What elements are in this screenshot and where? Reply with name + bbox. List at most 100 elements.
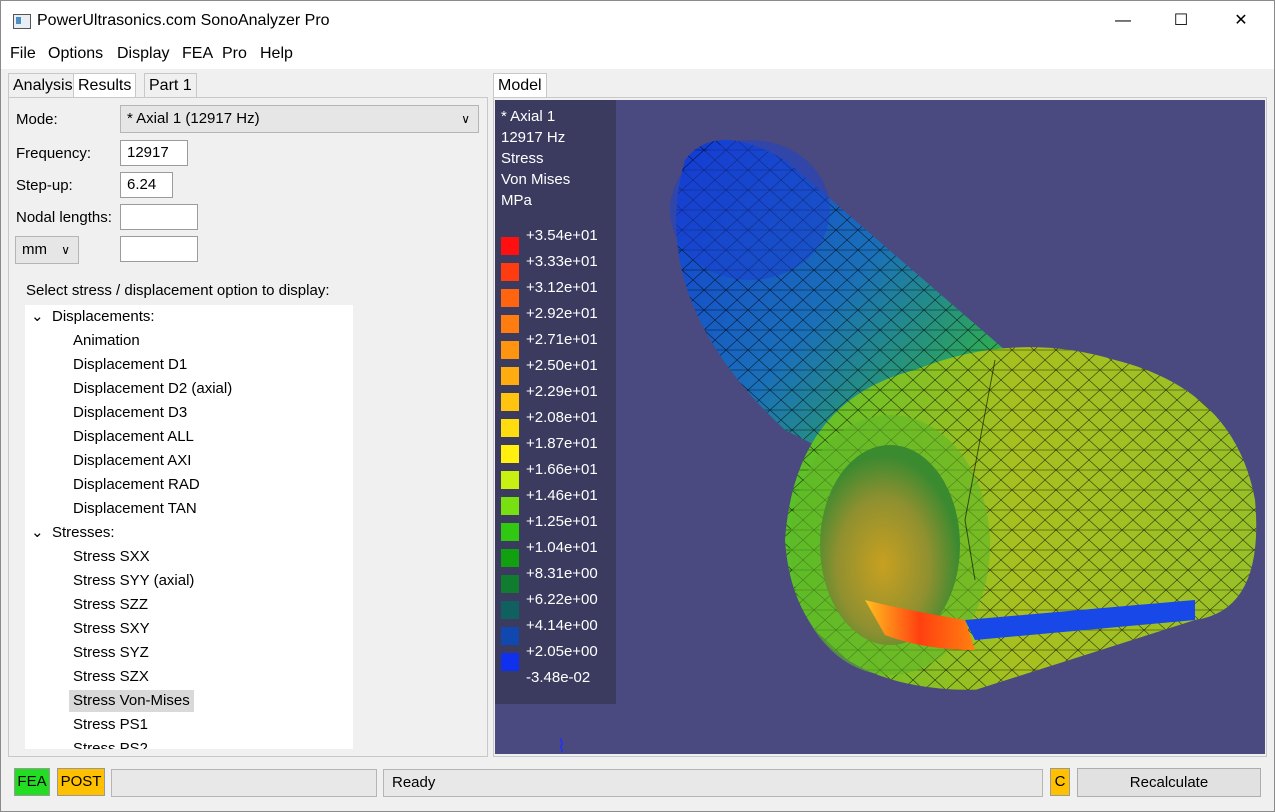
close-button[interactable]: ✕ bbox=[1211, 1, 1271, 41]
legend-value: +1.87e+01 bbox=[526, 435, 598, 452]
menu-file[interactable]: File bbox=[10, 45, 36, 63]
tree-item[interactable]: Displacement D2 (axial) bbox=[73, 378, 232, 400]
tree-item[interactable]: Stress SYY (axial) bbox=[73, 570, 194, 592]
post-status-badge: POST bbox=[57, 768, 105, 796]
tree-item[interactable]: Stress SZZ bbox=[73, 594, 148, 616]
legend-swatch bbox=[501, 497, 519, 515]
legend-value: +1.04e+01 bbox=[526, 539, 598, 556]
result-option-tree[interactable]: ⌄ Displacements: Animation Displacement D1 D… bbox=[25, 305, 353, 749]
legend-value: +2.29e+01 bbox=[526, 383, 598, 400]
unit-select-value: mm bbox=[22, 241, 47, 258]
tree-item[interactable]: Displacement D3 bbox=[73, 402, 187, 424]
maximize-button[interactable]: ☐ bbox=[1151, 1, 1211, 41]
legend-value: -3.48e-02 bbox=[526, 669, 591, 686]
stepup-field[interactable]: 6.24 bbox=[120, 172, 173, 198]
tree-item[interactable]: Displacement ALL bbox=[73, 426, 194, 448]
fea-status-badge: FEA bbox=[14, 768, 50, 796]
legend-value: +2.08e+01 bbox=[526, 409, 598, 426]
mode-select[interactable]: * Axial 1 (12917 Hz) ∨ bbox=[120, 105, 479, 133]
legend-value: +3.12e+01 bbox=[526, 279, 598, 296]
legend-value: +1.66e+01 bbox=[526, 461, 598, 478]
unit-value-field[interactable] bbox=[120, 236, 198, 262]
tab-model[interactable]: Model bbox=[493, 73, 547, 98]
frequency-field[interactable]: 12917 bbox=[120, 140, 188, 166]
mode-label: Mode: bbox=[16, 111, 58, 128]
legend-swatch bbox=[501, 367, 519, 385]
legend-header-line: Von Mises bbox=[501, 171, 571, 188]
app-icon bbox=[13, 14, 31, 29]
title-bar: PowerUltrasonics.com SonoAnalyzer Pro — … bbox=[1, 1, 1274, 41]
legend-header-line: * Axial 1 bbox=[501, 108, 556, 125]
legend-value: +3.33e+01 bbox=[526, 253, 598, 270]
legend-value: +1.25e+01 bbox=[526, 513, 598, 530]
tree-item[interactable]: Stress PS2 bbox=[73, 738, 148, 749]
menu-bar: File Options Display FEA Pro Help bbox=[1, 41, 1274, 69]
legend-swatch bbox=[501, 393, 519, 411]
legend-value: +2.71e+01 bbox=[526, 331, 598, 348]
legend-header-line: Stress bbox=[501, 150, 544, 167]
chevron-down-icon: ∨ bbox=[61, 243, 70, 257]
recalculate-button[interactable]: Recalculate bbox=[1077, 768, 1261, 797]
tree-item[interactable]: Stress PS1 bbox=[73, 714, 148, 736]
legend-value: +6.22e+00 bbox=[526, 591, 598, 608]
menu-pro[interactable]: Pro bbox=[222, 45, 247, 63]
large-cylinder bbox=[785, 347, 1257, 690]
tab-results[interactable]: Results bbox=[73, 73, 137, 98]
legend-value: +1.46e+01 bbox=[526, 487, 598, 504]
tree-item[interactable]: Displacement TAN bbox=[73, 498, 197, 520]
tree-item[interactable]: Displacement RAD bbox=[73, 474, 200, 496]
tree-item[interactable]: Stress SXY bbox=[73, 618, 150, 640]
tree-item[interactable]: Stress Von-Mises bbox=[69, 690, 194, 712]
c-status-badge: C bbox=[1050, 768, 1070, 796]
legend-swatch bbox=[501, 341, 519, 359]
select-prompt: Select stress / displacement option to d… bbox=[26, 282, 330, 299]
nodal-lengths-field[interactable] bbox=[120, 204, 198, 230]
mode-select-value: * Axial 1 (12917 Hz) bbox=[127, 110, 260, 127]
legend-swatch bbox=[501, 315, 519, 333]
minimize-button[interactable]: — bbox=[1093, 1, 1153, 41]
tree-item[interactable]: Stress SYZ bbox=[73, 642, 149, 664]
tree-group-stresses[interactable]: Stresses: bbox=[52, 522, 115, 544]
tree-item[interactable]: Animation bbox=[73, 330, 140, 352]
legend-swatch bbox=[501, 289, 519, 307]
stepup-label: Step-up: bbox=[16, 177, 73, 194]
axis-triad-icon: ⌇ bbox=[557, 736, 566, 754]
unit-select[interactable]: mm ∨ bbox=[15, 236, 79, 264]
window-title: PowerUltrasonics.com SonoAnalyzer Pro bbox=[37, 12, 330, 29]
menu-display[interactable]: Display bbox=[117, 45, 169, 63]
legend-header-line: MPa bbox=[501, 192, 532, 209]
status-message: Ready bbox=[383, 769, 1043, 797]
progress-box bbox=[111, 769, 377, 797]
tree-item[interactable]: Stress SXX bbox=[73, 546, 150, 568]
menu-fea[interactable]: FEA bbox=[182, 45, 213, 63]
legend-swatch bbox=[501, 601, 519, 619]
tab-part-1[interactable]: Part 1 bbox=[144, 73, 197, 98]
legend-value: +2.50e+01 bbox=[526, 357, 598, 374]
legend-swatch bbox=[501, 445, 519, 463]
expand-icon[interactable]: ⌄ bbox=[31, 522, 44, 544]
model-viewport[interactable]: ⌇ * Axial 1 12917 Hz Stress Von Mises MPa +3.… bbox=[495, 100, 1265, 754]
tab-analysis[interactable]: Analysis bbox=[8, 73, 78, 98]
tree-item[interactable]: Displacement D1 bbox=[73, 354, 187, 376]
tree-group-displacements[interactable]: Displacements: bbox=[52, 306, 155, 328]
chevron-down-icon: ∨ bbox=[461, 112, 470, 126]
legend-swatch bbox=[501, 523, 519, 541]
legend-value: +4.14e+00 bbox=[526, 617, 598, 634]
color-legend: * Axial 1 12917 Hz Stress Von Mises MPa +3.54… bbox=[495, 100, 616, 704]
legend-swatch bbox=[501, 653, 519, 671]
legend-value: +3.54e+01 bbox=[526, 227, 598, 244]
nodal-lengths-label: Nodal lengths: bbox=[16, 209, 112, 226]
expand-icon[interactable]: ⌄ bbox=[31, 306, 44, 328]
legend-swatch bbox=[501, 419, 519, 437]
app-window: PowerUltrasonics.com SonoAnalyzer Pro — … bbox=[0, 0, 1275, 812]
legend-header-line: 12917 Hz bbox=[501, 129, 566, 146]
tree-item[interactable]: Stress SZX bbox=[73, 666, 149, 688]
legend-value: +8.31e+00 bbox=[526, 565, 598, 582]
menu-options[interactable]: Options bbox=[48, 45, 103, 63]
menu-help[interactable]: Help bbox=[260, 45, 293, 63]
legend-swatch bbox=[501, 549, 519, 567]
legend-swatch bbox=[501, 237, 519, 255]
legend-swatch bbox=[501, 263, 519, 281]
tree-item[interactable]: Displacement AXI bbox=[73, 450, 191, 472]
legend-swatch bbox=[501, 627, 519, 645]
